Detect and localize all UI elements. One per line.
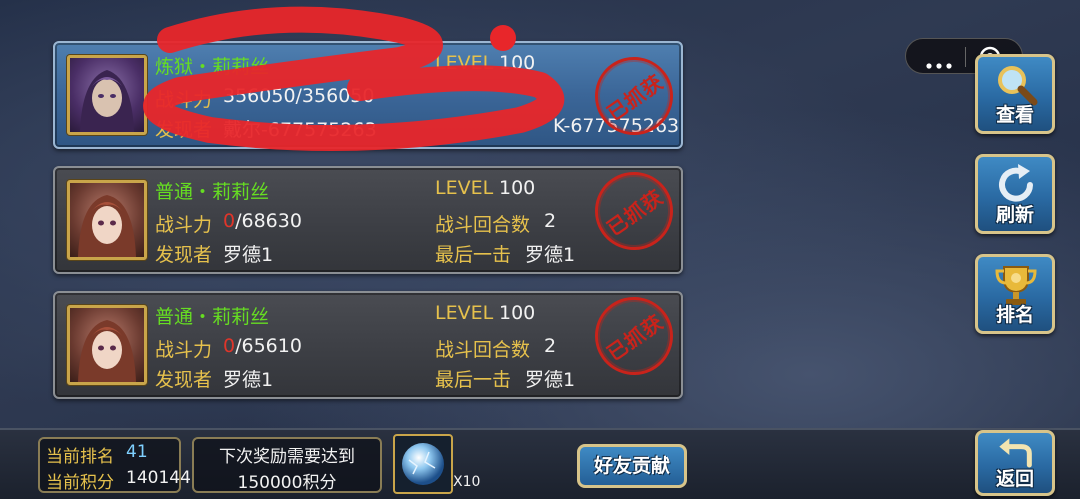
rank-label: 当前排名: [46, 447, 114, 467]
boss-card-1[interactable]: 炼狱・莉莉丝 战斗力 356050/356050 发现者 戴尔-67757526…: [53, 41, 689, 151]
item-count: X10: [453, 474, 481, 490]
power-label: 战斗力: [155, 339, 213, 361]
rank-label: 排名: [995, 304, 1034, 326]
power-current: 356050: [223, 85, 296, 107]
finder-value: 罗德1: [223, 244, 274, 266]
level-value: 100: [499, 302, 536, 324]
boss-name: 普通・莉莉丝: [155, 306, 270, 328]
score-label: 当前积分: [46, 473, 114, 493]
portrait-art: [80, 70, 134, 132]
refresh-label: 刷新: [995, 204, 1034, 226]
score-value: 140144: [126, 468, 191, 488]
power-total: /356050: [295, 85, 375, 107]
crystal-orb-icon: [402, 443, 444, 485]
rank-score-panel: 当前排名 41 当前积分 140144: [38, 437, 191, 493]
rounds-label: 战斗回合数: [435, 339, 531, 361]
power-label: 战斗力: [155, 214, 213, 236]
power-current: 0: [223, 335, 236, 357]
level-label: LEVEL: [435, 302, 494, 324]
finder-label: 发现者: [155, 369, 213, 391]
rounds-value: 2: [544, 335, 557, 357]
refresh-button[interactable]: 刷新: [975, 154, 1055, 234]
friend-contribution-button[interactable]: 好友贡献: [577, 444, 687, 488]
power-total: /65610: [235, 335, 302, 357]
boss-portrait: [67, 305, 147, 385]
level-label: LEVEL: [435, 177, 494, 199]
next-reward-line2: 150000积分: [237, 473, 337, 493]
next-reward-line1: 下次奖励需要达到: [219, 447, 355, 467]
power-value: 0/65610: [223, 335, 302, 357]
capsule-divider: [965, 47, 966, 67]
boss-portrait: [67, 180, 147, 260]
boss-portrait: [67, 55, 147, 135]
next-reward-panel: 下次奖励需要达到 150000积分: [192, 437, 382, 493]
power-label: 战斗力: [155, 89, 213, 111]
boss-name: 炼狱・莉莉丝: [155, 56, 270, 78]
rank-value: 41: [126, 442, 148, 462]
power-total: /68630: [235, 210, 302, 232]
finder-value: 戴尔-677575263: [223, 119, 377, 141]
level-value: 100: [499, 177, 536, 199]
power-value: 0/68630: [223, 210, 302, 232]
power-value: 356050/356050: [223, 85, 374, 107]
level-value: 100: [499, 52, 536, 74]
last-hit-label: 最后一击: [435, 369, 512, 391]
boss-card-3[interactable]: 普通・莉莉丝 战斗力 0/65610 发现者 罗德1 LEVEL 100 战斗回…: [53, 281, 689, 399]
last-hit-label: 最后一击: [435, 244, 512, 266]
captured-stamp: 已抓获: [579, 281, 689, 391]
boss-card-2[interactable]: 普通・莉莉丝 战斗力 0/68630 发现者 罗德1 LEVEL 100 战斗回…: [53, 156, 689, 274]
view-label: 查看: [995, 104, 1034, 126]
finder-label: 发现者: [155, 244, 213, 266]
last-hit-value: 罗德1: [525, 244, 576, 266]
finder-label: 发现者: [155, 119, 213, 141]
back-label: 返回: [995, 468, 1034, 490]
last-hit-value: 罗德1: [525, 369, 576, 391]
portrait-art: [78, 320, 136, 382]
back-button[interactable]: 返回: [975, 430, 1055, 496]
rank-button[interactable]: 排名: [975, 254, 1055, 334]
captured-stamp: 已抓获: [579, 156, 689, 266]
portrait-art: [78, 195, 136, 257]
power-current: 0: [223, 210, 236, 232]
rounds-label: 战斗回合数: [435, 214, 531, 236]
view-button[interactable]: 查看: [975, 54, 1055, 134]
more-icon[interactable]: [926, 54, 952, 73]
rounds-value: 2: [544, 210, 557, 232]
finder-value: 罗德1: [223, 369, 274, 391]
level-label: LEVEL: [435, 52, 494, 74]
reward-item-slot[interactable]: [393, 434, 453, 494]
boss-name: 普通・莉莉丝: [155, 181, 270, 203]
